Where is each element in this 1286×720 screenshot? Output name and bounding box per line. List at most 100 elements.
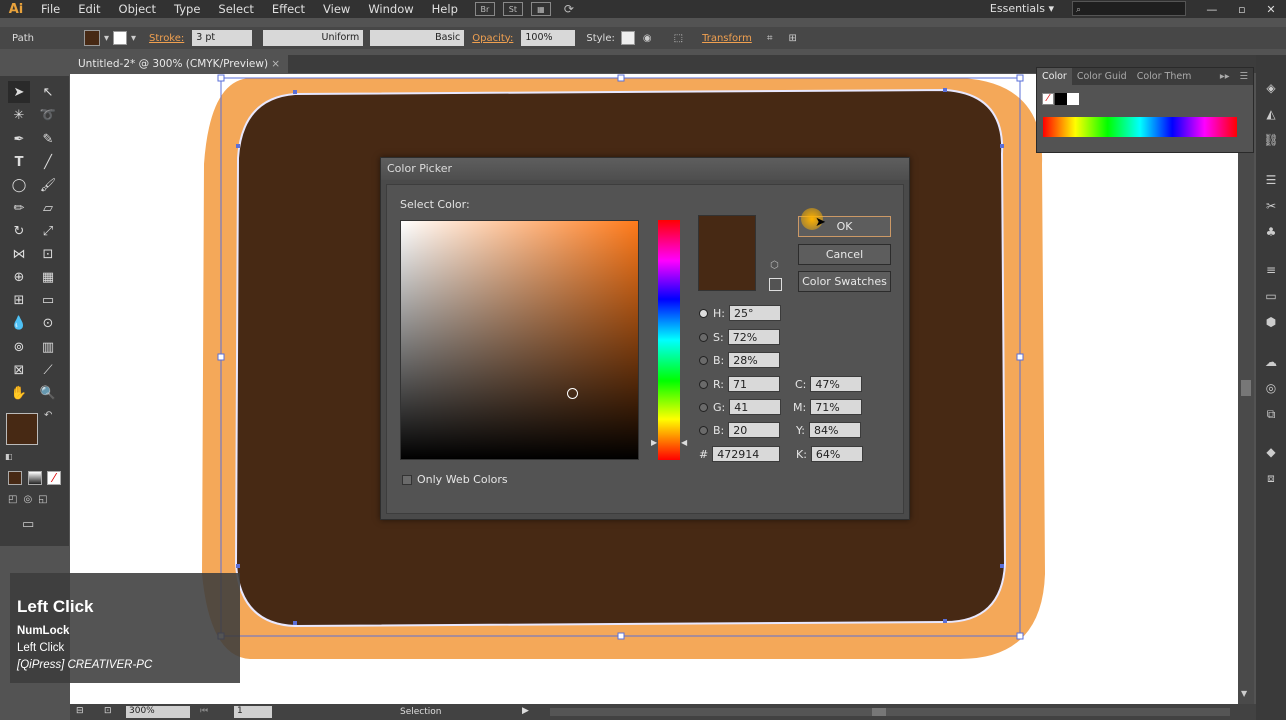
close-icon[interactable]: ✕ bbox=[1266, 3, 1275, 16]
stroke-label[interactable]: Stroke: bbox=[149, 33, 184, 44]
pencil-tool-icon[interactable]: ✏ bbox=[8, 197, 30, 219]
stroke-swatch[interactable] bbox=[113, 31, 127, 45]
saturation-field[interactable]: 72% bbox=[727, 329, 780, 345]
hue-slider-left-arrow[interactable]: ▶ bbox=[651, 438, 657, 447]
cc-libraries-icon[interactable]: ☁ bbox=[1261, 353, 1281, 371]
white-swatch[interactable] bbox=[1067, 93, 1079, 105]
panel-menu-icon[interactable]: ☰ bbox=[1234, 71, 1253, 82]
opacity-field[interactable]: 100% bbox=[521, 30, 576, 46]
color-mode-icon[interactable] bbox=[8, 471, 22, 485]
gpu-performance-icon[interactable]: ⟳ bbox=[559, 2, 579, 16]
artboard-tool-icon[interactable]: ⊠ bbox=[8, 359, 30, 381]
menu-window[interactable]: Window bbox=[359, 0, 422, 18]
tab-color[interactable]: Color bbox=[1037, 68, 1072, 85]
horizontal-scrollbar-thumb[interactable] bbox=[872, 708, 886, 716]
maximize-icon[interactable]: ▫ bbox=[1238, 3, 1245, 16]
align-icon[interactable]: ⬚ bbox=[674, 33, 683, 44]
artboard-number-field[interactable]: 1 bbox=[234, 706, 272, 718]
status-menu-icon[interactable]: ▶ bbox=[522, 706, 529, 716]
brushes-icon[interactable]: ✂ bbox=[1261, 197, 1281, 215]
line-tool-icon[interactable]: ╱ bbox=[37, 151, 59, 173]
fill-swatch[interactable] bbox=[83, 30, 100, 46]
menu-file[interactable]: File bbox=[32, 0, 69, 18]
menu-select[interactable]: Select bbox=[209, 0, 262, 18]
search-input[interactable]: ⌕ bbox=[1072, 1, 1186, 16]
cancel-button[interactable]: Cancel bbox=[798, 244, 891, 265]
first-artboard-icon[interactable]: ⏮ bbox=[200, 706, 208, 716]
bridge-button[interactable]: Br bbox=[474, 2, 495, 16]
isolate-icon[interactable]: ⌗ bbox=[767, 33, 773, 44]
zoom-tool-icon[interactable]: 🔍 bbox=[37, 382, 59, 404]
close-tab-icon[interactable]: × bbox=[271, 55, 280, 73]
view-icon[interactable]: ⊡ bbox=[104, 706, 112, 716]
green-radio[interactable] bbox=[699, 402, 708, 412]
stock-button[interactable]: St bbox=[502, 2, 523, 16]
scroll-down-icon[interactable]: ▼ bbox=[1241, 689, 1247, 698]
eyedropper-tool-icon[interactable]: 💧 bbox=[8, 312, 30, 334]
arrange-icon[interactable]: ⊞ bbox=[788, 33, 796, 44]
horizontal-scrollbar[interactable] bbox=[550, 708, 1230, 716]
zoom-field[interactable]: 300% bbox=[126, 706, 190, 718]
red-field[interactable]: 71 bbox=[728, 376, 781, 392]
menu-help[interactable]: Help bbox=[423, 0, 467, 18]
gradient-tool-icon[interactable]: ▭ bbox=[37, 289, 59, 311]
panel-collapse-icon[interactable]: ▸▸ bbox=[1215, 71, 1235, 82]
chevron-down-icon[interactable]: ▾ bbox=[104, 33, 109, 44]
brush-definition[interactable]: Basic bbox=[370, 30, 465, 46]
pen-tool-icon[interactable]: ✒ bbox=[8, 128, 30, 150]
color-field-cursor[interactable] bbox=[567, 388, 578, 399]
web-safe-warning-icon[interactable] bbox=[769, 278, 782, 291]
blue-radio[interactable] bbox=[699, 425, 708, 435]
hue-radio[interactable] bbox=[699, 308, 708, 318]
blue-field[interactable]: 20 bbox=[728, 422, 781, 438]
symbols-icon[interactable]: ♣ bbox=[1261, 223, 1281, 241]
menu-edit[interactable]: Edit bbox=[69, 0, 109, 18]
tab-color-guide[interactable]: Color Guid bbox=[1072, 71, 1132, 82]
menu-type[interactable]: Type bbox=[165, 0, 209, 18]
layers-icon[interactable]: ◭ bbox=[1261, 105, 1281, 123]
navigator-icon[interactable]: ◎ bbox=[1261, 379, 1281, 397]
eraser-tool-icon[interactable]: ▱ bbox=[37, 197, 59, 219]
brightness-radio[interactable] bbox=[699, 355, 708, 365]
stroke-weight-field[interactable]: 3 pt bbox=[192, 30, 253, 46]
type-tool-icon[interactable]: T bbox=[8, 151, 30, 173]
hand-tool-icon[interactable]: ✋ bbox=[8, 382, 30, 404]
color-spectrum-bar[interactable] bbox=[1043, 117, 1237, 137]
chevron-down-icon[interactable]: ▾ bbox=[131, 33, 136, 44]
rotate-tool-icon[interactable]: ↻ bbox=[8, 220, 30, 242]
swap-fill-stroke-icon[interactable]: ↶ bbox=[44, 410, 52, 421]
opacity-label[interactable]: Opacity: bbox=[472, 33, 513, 44]
align-panel-icon[interactable]: ≡ bbox=[1261, 261, 1281, 279]
direct-selection-tool-icon[interactable]: ↖ bbox=[37, 81, 59, 103]
default-colors-icon[interactable]: ◧ bbox=[5, 452, 13, 461]
variable-width-profile[interactable]: Uniform bbox=[263, 30, 364, 46]
graphic-style-swatch[interactable] bbox=[620, 31, 635, 45]
symbol-sprayer-tool-icon[interactable]: ⊚ bbox=[8, 336, 30, 358]
hue-slider-right-arrow[interactable]: ◀ bbox=[681, 438, 687, 447]
color-swatches-button[interactable]: Color Swatches bbox=[798, 271, 891, 292]
black-swatch[interactable] bbox=[1055, 93, 1067, 105]
curvature-tool-icon[interactable]: ✎ bbox=[37, 128, 59, 150]
pages-icon[interactable]: ⧈ bbox=[1261, 469, 1281, 487]
perspective-grid-tool-icon[interactable]: ▦ bbox=[37, 266, 59, 288]
brightness-field[interactable]: 28% bbox=[728, 352, 781, 368]
graphic-styles-icon[interactable]: ⬢ bbox=[1261, 313, 1281, 331]
free-transform-tool-icon[interactable]: ⊡ bbox=[37, 243, 59, 265]
minimize-icon[interactable]: — bbox=[1206, 3, 1217, 16]
magic-wand-tool-icon[interactable]: ✳ bbox=[8, 104, 30, 126]
transform-link[interactable]: Transform bbox=[702, 33, 752, 44]
only-web-colors-checkbox[interactable] bbox=[402, 474, 412, 485]
workspace-switcher[interactable]: Essentials ▾ bbox=[990, 0, 1054, 18]
lasso-tool-icon[interactable]: ➰ bbox=[37, 104, 59, 126]
none-swatch-icon[interactable]: ⁄ bbox=[1042, 93, 1054, 105]
hue-slider[interactable] bbox=[658, 220, 680, 460]
stroke-icon[interactable]: ☰ bbox=[1261, 171, 1281, 189]
links-icon[interactable]: ⛓ bbox=[1261, 131, 1281, 149]
layers-stack-icon[interactable]: ◆ bbox=[1261, 443, 1281, 461]
drawing-modes-icon[interactable]: ◰◎◱ bbox=[8, 494, 54, 505]
menu-effect[interactable]: Effect bbox=[263, 0, 314, 18]
fill-color-box[interactable] bbox=[6, 413, 38, 445]
screen-mode-icon[interactable]: ▭ bbox=[22, 517, 34, 532]
column-graph-tool-icon[interactable]: ▥ bbox=[37, 336, 59, 358]
color-field[interactable] bbox=[400, 220, 639, 460]
